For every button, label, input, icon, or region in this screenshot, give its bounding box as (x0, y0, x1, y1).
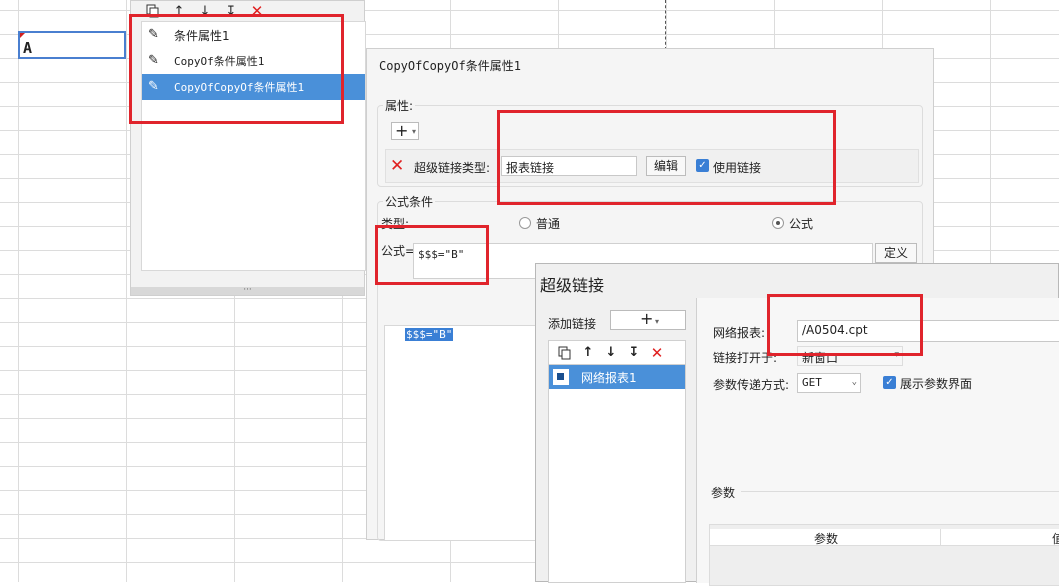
delete-icon[interactable]: ✕ (249, 2, 265, 20)
formula-label: 公式= (381, 244, 416, 258)
param-method-select[interactable]: GET ⌄ (797, 373, 861, 393)
pencil-icon: ✎ (148, 27, 159, 42)
hyperlink-type-field[interactable]: 报表链接 (501, 156, 637, 176)
param-table: 参数 值 (709, 524, 1059, 586)
params-section-label: 参数 (711, 486, 736, 500)
formula-editor[interactable]: $$$="B" (384, 325, 544, 541)
copy-icon[interactable] (145, 3, 161, 19)
move-bottom-icon[interactable]: ↧ (223, 3, 239, 19)
attributes-label: 属性: (383, 97, 416, 114)
add-attribute-button[interactable]: + ▾ (391, 122, 419, 140)
radio-normal[interactable] (519, 217, 531, 229)
link-list: 网络报表1 (548, 364, 686, 583)
link-toolbar: ↑ ↓ ↧ ✕ (548, 340, 686, 364)
chevron-down-icon: ⌄ (851, 377, 857, 387)
report-icon (553, 369, 569, 385)
move-bottom-icon[interactable]: ↧ (626, 345, 642, 361)
params-divider (741, 491, 1059, 492)
param-table-header: 参数 值 (710, 529, 1059, 546)
arrow-down-icon[interactable]: ↓ (603, 345, 619, 361)
show-param-checkbox[interactable]: ✓ (883, 376, 896, 389)
condition-item-label: CopyOf条件属性1 (174, 55, 265, 68)
open-in-select[interactable]: 新窗口 ▾ (797, 346, 903, 366)
use-link-checkbox[interactable]: ✓ (696, 159, 709, 172)
condition-panel: ↑ ↓ ↧ ✕ ✎ 条件属性1 ✎ CopyOf条件属性1 ✎ CopyOfCo… (130, 0, 366, 296)
formula-condition-label: 公式条件 (383, 193, 436, 210)
delete-icon[interactable]: ✕ (390, 156, 404, 176)
link-list-panel: 添加链接 + ▾ ↑ ↓ ↧ ✕ 网络报表1 (548, 310, 686, 583)
add-link-button[interactable]: + ▾ (610, 310, 686, 330)
web-report-input[interactable]: /A0504.cpt (797, 320, 1059, 342)
add-link-label: 添加链接 (548, 317, 597, 331)
radio-normal-label: 普通 (536, 217, 561, 231)
show-param-label: 展示参数界面 (900, 377, 973, 391)
delete-icon[interactable]: ✕ (649, 344, 665, 362)
condition-item-label: CopyOfCopyOf条件属性1 (174, 81, 305, 94)
condition-item-selected[interactable]: ✎ CopyOfCopyOf条件属性1 (142, 74, 365, 100)
edit-button[interactable]: 编辑 (646, 156, 686, 176)
column-divider (940, 529, 941, 545)
formula-editor-text: $$$="B" (405, 328, 454, 341)
define-button[interactable]: 定义 (875, 243, 917, 263)
chevron-down-icon: ▾ (894, 350, 899, 360)
copy-icon[interactable] (557, 345, 573, 361)
param-col-value[interactable]: 值 (1052, 530, 1059, 547)
hyperlink-dialog: 超级链接 添加链接 + ▾ ↑ ↓ ↧ ✕ 网络报表1 网络报表: /A0504.… (535, 263, 1059, 586)
hyperlink-attribute-row: ✕ 超级链接类型: 报表链接 编辑 ✓ 使用链接 (385, 149, 919, 183)
arrow-down-icon[interactable]: ↓ (197, 3, 213, 19)
arrow-up-icon[interactable]: ↑ (580, 345, 596, 361)
condition-item[interactable]: ✎ CopyOf条件属性1 (142, 48, 365, 74)
link-list-item[interactable]: 网络报表1 (549, 365, 685, 389)
condition-list: ✎ 条件属性1 ✎ CopyOf条件属性1 ✎ CopyOfCopyOf条件属性… (141, 21, 366, 271)
radio-formula-label: 公式 (789, 217, 814, 231)
radio-formula[interactable] (772, 217, 784, 229)
open-in-label: 链接打开于: (713, 351, 778, 365)
link-list-item-label: 网络报表1 (581, 370, 637, 385)
param-col-name[interactable]: 参数 (814, 530, 838, 547)
param-method-label: 参数传递方式: (713, 378, 790, 392)
condition-toolbar: ↑ ↓ ↧ ✕ (145, 1, 265, 21)
selected-cell[interactable]: A (18, 31, 126, 59)
link-settings-panel: 网络报表: /A0504.cpt 链接打开于: 新窗口 ▾ 参数传递方式: GE… (696, 298, 1059, 586)
dialog-title: CopyOfCopyOf条件属性1 (379, 59, 521, 73)
dialog-title: 超级链接 (540, 276, 605, 295)
pencil-icon: ✎ (148, 79, 159, 94)
arrow-up-icon[interactable]: ↑ (171, 3, 187, 19)
pencil-icon: ✎ (148, 53, 159, 68)
type-label: 类型: (381, 217, 410, 231)
condition-item-label: 条件属性1 (174, 28, 230, 43)
hyperlink-type-label: 超级链接类型: (414, 161, 491, 175)
condition-item[interactable]: ✎ 条件属性1 (142, 22, 365, 48)
web-report-label: 网络报表: (713, 326, 766, 340)
panel-resize-handle[interactable]: ··· (131, 286, 364, 295)
use-link-label: 使用链接 (713, 161, 762, 175)
page-break-line (665, 0, 666, 50)
